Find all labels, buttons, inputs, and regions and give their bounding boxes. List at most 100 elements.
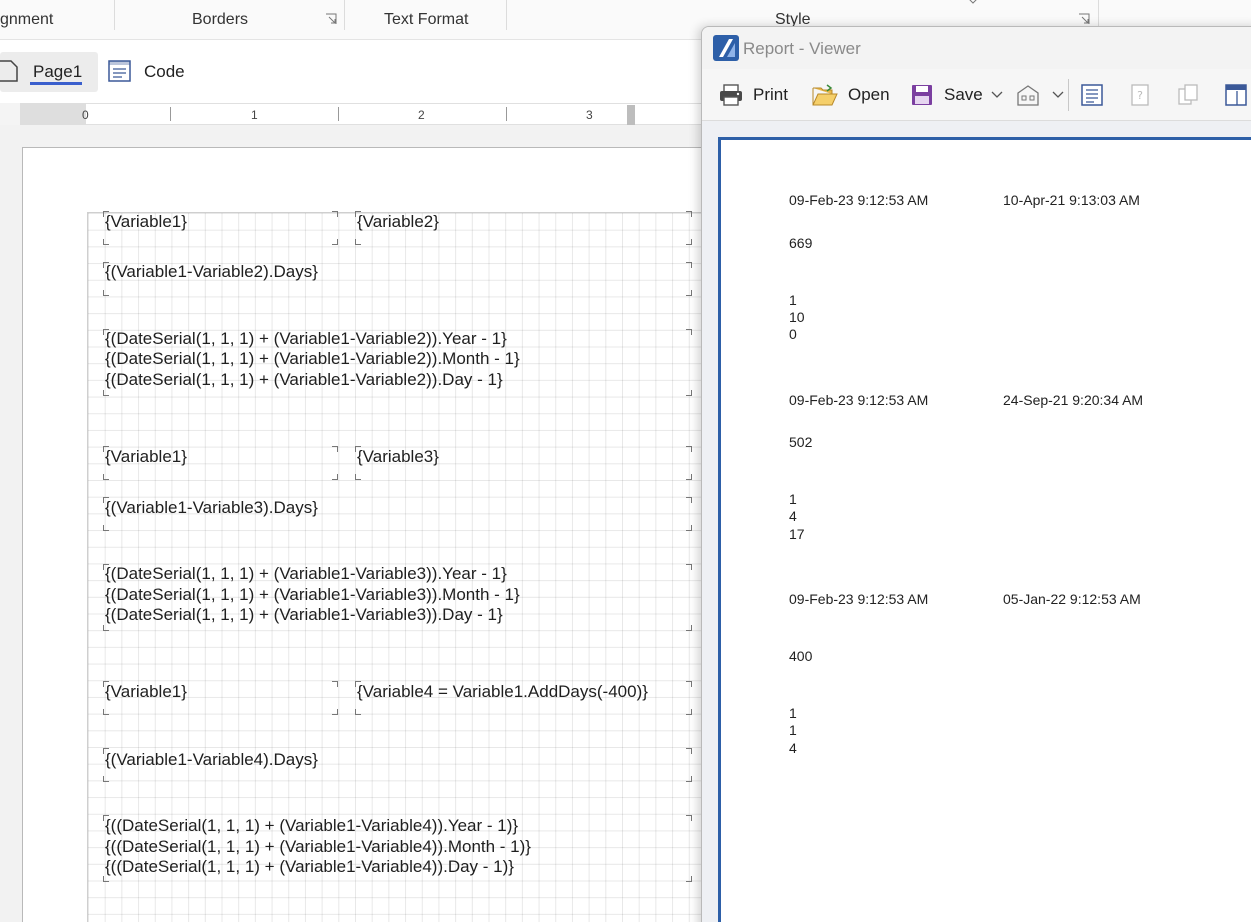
component-corner <box>686 497 692 503</box>
text-days-diff[interactable]: {(Variable1-Variable2).Days} <box>105 262 318 283</box>
component-corner <box>686 390 692 396</box>
text-variable4[interactable]: {Variable4 = Variable1.AddDays(-400)} <box>357 682 648 703</box>
component-corner <box>686 446 692 452</box>
code-icon <box>108 60 131 82</box>
alignment-group-label: gnment <box>0 11 54 28</box>
component-corner <box>332 446 338 452</box>
component-corner <box>686 262 692 268</box>
component-corner <box>686 681 692 687</box>
component-corner <box>332 709 338 715</box>
text-days-rem[interactable]: {((DateSerial(1, 1, 1) + (Variable1-Vari… <box>105 857 514 878</box>
component-corner <box>686 290 692 296</box>
result-days-rem: 17 <box>789 526 805 542</box>
component-corner <box>686 748 692 754</box>
borders-group-label: Borders <box>192 11 249 28</box>
viewer-toolbar: Print Open Save ? <box>702 69 1251 121</box>
send-button[interactable] <box>1016 81 1064 109</box>
result-date-a: 09-Feb-23 9:12:53 AM <box>789 192 929 208</box>
text-days-rem[interactable]: {(DateSerial(1, 1, 1) + (Variable1-Varia… <box>105 370 503 391</box>
text-days-rem[interactable]: {(DateSerial(1, 1, 1) + (Variable1-Varia… <box>105 605 503 626</box>
text-months-diff[interactable]: {(DateSerial(1, 1, 1) + (Variable1-Varia… <box>105 585 520 606</box>
component-corner <box>103 474 109 480</box>
text-format-group-label: Text Format <box>384 11 469 28</box>
tab-page1[interactable]: Page1 <box>0 52 98 92</box>
text-days-diff[interactable]: {(Variable1-Variable4).Days} <box>105 750 318 771</box>
component-corner <box>332 211 338 217</box>
component-corner <box>355 709 361 715</box>
thumbnails-button[interactable] <box>1176 81 1210 109</box>
ruler-track <box>86 103 710 125</box>
text-years-diff[interactable]: {((DateSerial(1, 1, 1) + (Variable1-Vari… <box>105 816 518 837</box>
toolbar-separator <box>1068 79 1069 111</box>
text-variable3[interactable]: {Variable3} <box>357 447 439 468</box>
component-corner <box>686 525 692 531</box>
style-dialog-launcher-icon[interactable] <box>1078 13 1090 25</box>
viewer-title: Report - Viewer <box>743 39 861 58</box>
chevron-down-icon[interactable] <box>1052 91 1064 99</box>
component-corner <box>332 474 338 480</box>
chevron-down-icon[interactable] <box>991 91 1003 99</box>
tab-code[interactable]: Code <box>108 52 208 92</box>
component-corner <box>103 262 109 268</box>
open-button[interactable]: Open <box>812 81 890 109</box>
ruler-margin-handle[interactable] <box>627 105 635 125</box>
report-viewer-window[interactable]: Report - Viewer Print Open Save ? <box>701 26 1251 922</box>
printer-icon <box>720 84 742 106</box>
result-days-rem: 4 <box>789 740 797 756</box>
result-days: 502 <box>789 434 813 450</box>
chevron-down-icon[interactable] <box>968 0 978 4</box>
text-years-diff[interactable]: {(DateSerial(1, 1, 1) + (Variable1-Varia… <box>105 329 507 350</box>
folder-open-icon <box>812 84 838 106</box>
ruler-tick <box>338 107 339 121</box>
component-corner <box>103 709 109 715</box>
component-corner <box>355 474 361 480</box>
component-corner <box>103 776 109 782</box>
ruler-margin <box>20 103 86 125</box>
result-years: 1 <box>789 705 797 721</box>
print-button[interactable]: Print <box>719 81 788 109</box>
ribbon-separator <box>506 0 507 30</box>
parameters-button[interactable]: ? <box>1128 81 1162 109</box>
bookmarks-button[interactable] <box>1080 81 1114 109</box>
text-variable1[interactable]: {Variable1} <box>105 682 187 703</box>
svg-text:?: ? <box>1137 89 1143 102</box>
component-corner <box>355 681 361 687</box>
component-corner <box>103 446 109 452</box>
report-logo-icon <box>713 35 739 61</box>
text-variable1[interactable]: {Variable1} <box>105 447 187 468</box>
ribbon-separator <box>114 0 115 30</box>
ribbon-separator <box>344 0 345 30</box>
text-months-diff[interactable]: {((DateSerial(1, 1, 1) + (Variable1-Vari… <box>105 837 531 858</box>
viewer-title-bar[interactable]: Report - Viewer <box>702 27 1251 69</box>
page-icon <box>0 60 18 82</box>
component-corner <box>686 709 692 715</box>
component-corner <box>103 681 109 687</box>
text-variable2[interactable]: {Variable2} <box>357 212 439 233</box>
view-mode-button[interactable] <box>1224 81 1251 109</box>
viewer-preview-area[interactable] <box>702 121 1251 922</box>
text-variable1[interactable]: {Variable1} <box>105 212 187 233</box>
component-corner <box>103 525 109 531</box>
borders-dialog-launcher-icon[interactable] <box>325 13 337 25</box>
component-corner <box>686 329 692 335</box>
ruler-mark: 3 <box>586 108 593 122</box>
component-corner <box>686 474 692 480</box>
component-corner <box>686 239 692 245</box>
horizontal-ruler: 0 1 2 3 <box>0 103 710 125</box>
parameters-icon: ? <box>1131 84 1149 106</box>
component-corner <box>103 239 109 245</box>
component-corner <box>103 329 109 335</box>
component-corner <box>103 390 109 396</box>
save-label: Save <box>944 85 983 104</box>
text-months-diff[interactable]: {(DateSerial(1, 1, 1) + (Variable1-Varia… <box>105 349 520 370</box>
save-icon <box>912 85 932 105</box>
text-years-diff[interactable]: {(DateSerial(1, 1, 1) + (Variable1-Varia… <box>105 564 507 585</box>
component-corner <box>686 876 692 882</box>
print-label: Print <box>753 85 788 104</box>
component-corner <box>686 625 692 631</box>
ruler-tick <box>506 107 507 121</box>
text-days-diff[interactable]: {(Variable1-Variable3).Days} <box>105 498 318 519</box>
result-months: 1 <box>789 722 797 738</box>
save-button[interactable]: Save <box>910 81 1003 109</box>
bookmarks-icon <box>1081 84 1103 106</box>
